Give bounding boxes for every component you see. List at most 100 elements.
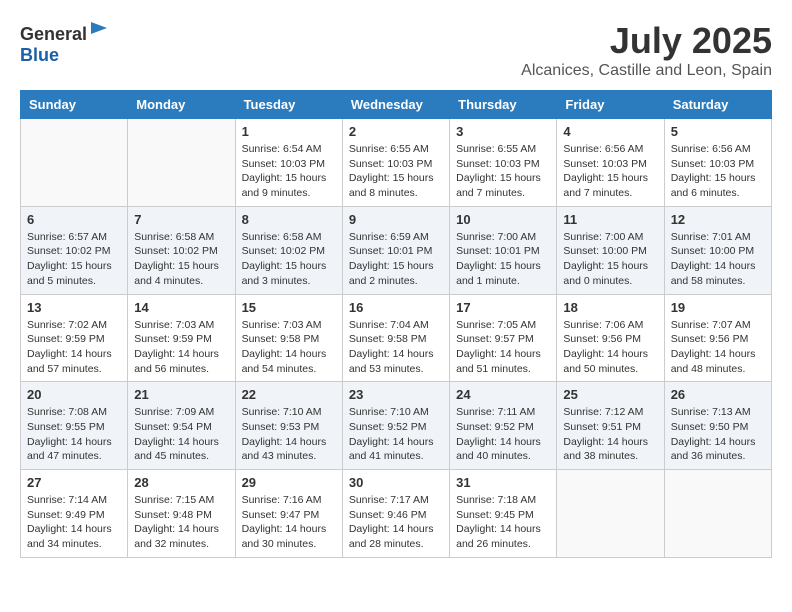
sunset-text: Sunset: 10:02 PM bbox=[242, 245, 325, 257]
day-info: Sunrise: 6:56 AMSunset: 10:03 PMDaylight… bbox=[563, 142, 657, 201]
day-number: 10 bbox=[456, 212, 550, 227]
calendar-week-row: 1 Sunrise: 6:54 AM Sunset: 10:03 PM Dayligh… bbox=[21, 119, 772, 207]
month-year-title: July 2025 bbox=[521, 20, 772, 62]
daylight-text: Daylight: 15 hours and 9 minutes. bbox=[242, 172, 327, 199]
sunset-text: Sunset: 10:02 PM bbox=[27, 245, 110, 257]
calendar-week-row: 20 Sunrise: 7:08 AM Sunset: 9:55 PM Dayligh… bbox=[21, 382, 772, 470]
sunrise-text: Sunrise: 7:10 AM bbox=[349, 406, 429, 418]
table-row: 14Sunrise: 7:03 AMSunset: 9:59 PMDayligh… bbox=[128, 294, 235, 382]
sunrise-text: Sunrise: 7:04 AM bbox=[349, 319, 429, 331]
daylight-text: Daylight: 14 hours and 28 minutes. bbox=[349, 523, 434, 550]
sunset-text: Sunset: 9:59 PM bbox=[134, 333, 212, 345]
day-info: Sunrise: 7:04 AMSunset: 9:58 PMDaylight:… bbox=[349, 318, 443, 377]
day-info: Sunrise: 6:58 AMSunset: 10:02 PMDaylight… bbox=[242, 230, 336, 289]
table-row: 1Sunrise: 6:54 AMSunset: 10:03 PMDayligh… bbox=[235, 119, 342, 207]
day-number: 7 bbox=[134, 212, 228, 227]
sunrise-text: Sunrise: 7:05 AM bbox=[456, 319, 536, 331]
table-row: 25 Sunrise: 7:12 AMSunset: 9:51 PMDayligh… bbox=[557, 382, 664, 470]
table-row: 12Sunrise: 7:01 AMSunset: 10:00 PMDaylig… bbox=[664, 206, 771, 294]
sunrise-text: Sunrise: 6:54 AM bbox=[242, 143, 322, 155]
calendar-week-row: 13Sunrise: 7:02 AMSunset: 9:59 PMDayligh… bbox=[21, 294, 772, 382]
title-area: July 2025 Alcanices, Castille and Leon, … bbox=[521, 20, 772, 80]
sunrise-text: Sunrise: 6:55 AM bbox=[349, 143, 429, 155]
sunset-text: Sunset: 10:03 PM bbox=[456, 158, 539, 170]
sunrise-text: Sunrise: 6:57 AM bbox=[27, 231, 107, 243]
day-info: Sunrise: 7:05 AMSunset: 9:57 PMDaylight:… bbox=[456, 318, 550, 377]
table-row: 10Sunrise: 7:00 AMSunset: 10:01 PMDaylig… bbox=[450, 206, 557, 294]
day-info: Sunrise: 7:10 AMSunset: 9:53 PMDaylight:… bbox=[242, 405, 336, 464]
daylight-text: Daylight: 14 hours and 47 minutes. bbox=[27, 436, 112, 463]
sunset-text: Sunset: 9:56 PM bbox=[671, 333, 749, 345]
day-number: 18 bbox=[563, 300, 657, 315]
table-row bbox=[21, 119, 128, 207]
day-info: Sunrise: 6:55 AMSunset: 10:03 PMDaylight… bbox=[456, 142, 550, 201]
daylight-text: Daylight: 14 hours and 48 minutes. bbox=[671, 348, 756, 375]
sunset-text: Sunset: 9:58 PM bbox=[349, 333, 427, 345]
day-number: 14 bbox=[134, 300, 228, 315]
sunrise-text: Sunrise: 7:11 AM bbox=[456, 406, 535, 418]
daylight-text: Daylight: 14 hours and 58 minutes. bbox=[671, 260, 756, 287]
day-number: 4 bbox=[563, 124, 657, 139]
table-row bbox=[664, 470, 771, 558]
day-info: Sunrise: 7:12 AMSunset: 9:51 PMDaylight:… bbox=[563, 405, 657, 464]
sunrise-text: Sunrise: 7:10 AM bbox=[242, 406, 322, 418]
sunrise-text: Sunrise: 6:56 AM bbox=[563, 143, 643, 155]
col-saturday: Saturday bbox=[664, 91, 771, 119]
day-number: 20 bbox=[27, 387, 121, 402]
sunrise-text: Sunrise: 7:15 AM bbox=[134, 494, 214, 506]
day-number: 22 bbox=[242, 387, 336, 402]
day-number: 15 bbox=[242, 300, 336, 315]
sunrise-text: Sunrise: 7:09 AM bbox=[134, 406, 214, 418]
daylight-text: Daylight: 15 hours and 7 minutes. bbox=[456, 172, 541, 199]
table-row: 2Sunrise: 6:55 AMSunset: 10:03 PMDayligh… bbox=[342, 119, 449, 207]
daylight-text: Daylight: 14 hours and 36 minutes. bbox=[671, 436, 756, 463]
sunrise-text: Sunrise: 7:07 AM bbox=[671, 319, 751, 331]
location-subtitle: Alcanices, Castille and Leon, Spain bbox=[521, 62, 772, 80]
table-row bbox=[128, 119, 235, 207]
day-info: Sunrise: 6:59 AMSunset: 10:01 PMDaylight… bbox=[349, 230, 443, 289]
sunrise-text: Sunrise: 7:08 AM bbox=[27, 406, 107, 418]
daylight-text: Daylight: 14 hours and 41 minutes. bbox=[349, 436, 434, 463]
col-friday: Friday bbox=[557, 91, 664, 119]
sunset-text: Sunset: 10:03 PM bbox=[563, 158, 646, 170]
sunrise-text: Sunrise: 7:03 AM bbox=[134, 319, 214, 331]
logo: General Blue bbox=[20, 20, 109, 66]
table-row: 28Sunrise: 7:15 AMSunset: 9:48 PMDayligh… bbox=[128, 470, 235, 558]
sunset-text: Sunset: 10:03 PM bbox=[671, 158, 754, 170]
logo-general-text: General bbox=[20, 24, 87, 44]
daylight-text: Daylight: 14 hours and 54 minutes. bbox=[242, 348, 327, 375]
sunset-text: Sunset: 10:03 PM bbox=[349, 158, 432, 170]
sunset-text: Sunset: 9:45 PM bbox=[456, 509, 534, 521]
day-number: 25 bbox=[563, 387, 657, 402]
sunset-text: Sunset: 9:53 PM bbox=[242, 421, 320, 433]
sunset-text: Sunset: 9:48 PM bbox=[134, 509, 212, 521]
table-row: 24Sunrise: 7:11 AMSunset: 9:52 PMDayligh… bbox=[450, 382, 557, 470]
daylight-text: Daylight: 15 hours and 3 minutes. bbox=[242, 260, 327, 287]
day-info: Sunrise: 7:01 AMSunset: 10:00 PMDaylight… bbox=[671, 230, 765, 289]
sunrise-text: Sunrise: 7:14 AM bbox=[27, 494, 107, 506]
day-number: 16 bbox=[349, 300, 443, 315]
day-info: Sunrise: 6:57 AMSunset: 10:02 PMDaylight… bbox=[27, 230, 121, 289]
calendar-week-row: 27Sunrise: 7:14 AMSunset: 9:49 PMDayligh… bbox=[21, 470, 772, 558]
col-monday: Monday bbox=[128, 91, 235, 119]
sunset-text: Sunset: 9:55 PM bbox=[27, 421, 105, 433]
sunrise-text: Sunrise: 7:01 AM bbox=[671, 231, 751, 243]
day-info: Sunrise: 7:09 AMSunset: 9:54 PMDaylight:… bbox=[134, 405, 228, 464]
day-number: 29 bbox=[242, 475, 336, 490]
daylight-text: Daylight: 14 hours and 57 minutes. bbox=[27, 348, 112, 375]
day-number: 24 bbox=[456, 387, 550, 402]
col-thursday: Thursday bbox=[450, 91, 557, 119]
day-number: 1 bbox=[242, 124, 336, 139]
sunrise-text: Sunrise: 7:00 AM bbox=[563, 231, 643, 243]
daylight-text: Daylight: 14 hours and 38 minutes. bbox=[563, 436, 648, 463]
table-row: 9Sunrise: 6:59 AMSunset: 10:01 PMDayligh… bbox=[342, 206, 449, 294]
table-row: 3Sunrise: 6:55 AMSunset: 10:03 PMDayligh… bbox=[450, 119, 557, 207]
day-number: 28 bbox=[134, 475, 228, 490]
sunset-text: Sunset: 10:01 PM bbox=[456, 245, 539, 257]
sunset-text: Sunset: 9:51 PM bbox=[563, 421, 641, 433]
calendar-header-row: Sunday Monday Tuesday Wednesday Thursday… bbox=[21, 91, 772, 119]
day-number: 6 bbox=[27, 212, 121, 227]
sunrise-text: Sunrise: 6:58 AM bbox=[134, 231, 214, 243]
daylight-text: Daylight: 14 hours and 26 minutes. bbox=[456, 523, 541, 550]
sunrise-text: Sunrise: 7:00 AM bbox=[456, 231, 536, 243]
